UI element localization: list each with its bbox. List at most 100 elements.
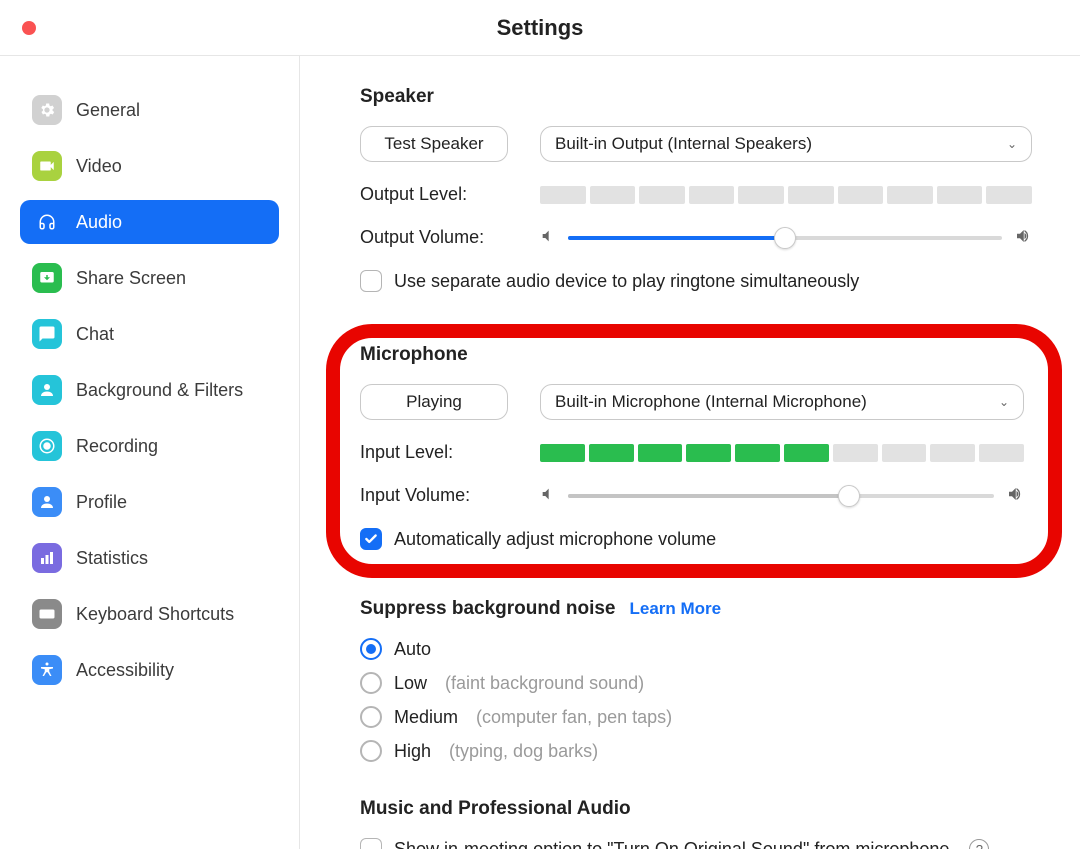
sidebar-item-share[interactable]: Share Screen xyxy=(20,256,279,300)
sidebar-item-label: Share Screen xyxy=(76,268,186,289)
auto-adjust-mic-checkbox[interactable] xyxy=(360,528,382,550)
sidebar-item-video[interactable]: Video xyxy=(20,144,279,188)
sidebar-item-label: Keyboard Shortcuts xyxy=(76,604,234,625)
input-volume-label: Input Volume: xyxy=(360,485,540,506)
radio-medium[interactable] xyxy=(360,706,382,728)
output-level-meter xyxy=(540,186,1032,204)
sidebar-item-recording[interactable]: Recording xyxy=(20,424,279,468)
test-mic-button[interactable]: Playing xyxy=(360,384,508,420)
separate-ringtone-checkbox[interactable] xyxy=(360,270,382,292)
level-segment xyxy=(784,444,829,462)
radio-high[interactable] xyxy=(360,740,382,762)
noise-option-label: Auto xyxy=(394,639,431,660)
level-segment xyxy=(882,444,927,462)
share-icon xyxy=(32,263,62,293)
sidebar-item-label: Recording xyxy=(76,436,158,457)
microphone-device-select[interactable]: Built-in Microphone (Internal Microphone… xyxy=(540,384,1024,420)
music-section: Music and Professional Audio Show in-mee… xyxy=(360,798,1032,849)
level-segment xyxy=(986,186,1032,204)
noise-option-medium[interactable]: Medium(computer fan, pen taps) xyxy=(360,706,1032,728)
a11y-icon xyxy=(32,655,62,685)
level-segment xyxy=(689,186,735,204)
test-speaker-button[interactable]: Test Speaker xyxy=(360,126,508,162)
level-segment xyxy=(937,186,983,204)
noise-option-label: Low xyxy=(394,673,427,694)
window-header: Settings xyxy=(0,0,1080,56)
output-volume-slider[interactable] xyxy=(568,236,1002,240)
sidebar-item-audio[interactable]: Audio xyxy=(20,200,279,244)
help-icon[interactable]: ? xyxy=(969,839,989,849)
recording-icon xyxy=(32,431,62,461)
original-sound-checkbox[interactable] xyxy=(360,838,382,849)
speaker-section: Speaker Test Speaker Built-in Output (In… xyxy=(360,86,1032,292)
bgfilters-icon xyxy=(32,375,62,405)
level-segment xyxy=(638,444,683,462)
sidebar-item-label: Statistics xyxy=(76,548,148,569)
radio-low[interactable] xyxy=(360,672,382,694)
level-segment xyxy=(639,186,685,204)
sidebar-item-label: Chat xyxy=(76,324,114,345)
volume-max-icon xyxy=(1006,485,1024,506)
speaker-device-select[interactable]: Built-in Output (Internal Speakers) ⌄ xyxy=(540,126,1032,162)
noise-section: Suppress background noise Learn More Aut… xyxy=(360,598,1032,762)
input-volume-slider[interactable] xyxy=(568,494,994,498)
chevron-down-icon: ⌄ xyxy=(1007,137,1017,151)
input-level-label: Input Level: xyxy=(360,442,540,463)
output-volume-label: Output Volume: xyxy=(360,227,540,248)
music-title: Music and Professional Audio xyxy=(360,798,1032,820)
noise-option-label: Medium xyxy=(394,707,458,728)
level-segment xyxy=(590,186,636,204)
sidebar-item-label: Background & Filters xyxy=(76,380,243,401)
input-level-meter xyxy=(540,444,1024,462)
noise-option-hint: (typing, dog barks) xyxy=(449,741,598,762)
shortcuts-icon xyxy=(32,599,62,629)
volume-min-icon xyxy=(540,486,556,505)
audio-icon xyxy=(32,207,62,237)
volume-max-icon xyxy=(1014,227,1032,248)
volume-min-icon xyxy=(540,228,556,247)
sidebar-item-profile[interactable]: Profile xyxy=(20,480,279,524)
level-segment xyxy=(833,444,878,462)
separate-ringtone-label: Use separate audio device to play ringto… xyxy=(394,271,859,292)
level-segment xyxy=(540,186,586,204)
sidebar-item-label: Profile xyxy=(76,492,127,513)
settings-sidebar: General Video Audio Share Screen Chat Backgro… xyxy=(0,56,300,849)
sidebar-item-label: General xyxy=(76,100,140,121)
sidebar-item-stats[interactable]: Statistics xyxy=(20,536,279,580)
original-sound-label: Show in-meeting option to "Turn On Origi… xyxy=(394,839,949,849)
noise-option-low[interactable]: Low (faint background sound) xyxy=(360,672,1032,694)
level-segment xyxy=(979,444,1024,462)
sidebar-item-bgfilters[interactable]: Background & Filters xyxy=(20,368,279,412)
output-level-label: Output Level: xyxy=(360,184,540,205)
speaker-device-value: Built-in Output (Internal Speakers) xyxy=(555,134,812,154)
speaker-title: Speaker xyxy=(360,86,1032,108)
window-title: Settings xyxy=(497,15,584,41)
sidebar-item-shortcuts[interactable]: Keyboard Shortcuts xyxy=(20,592,279,636)
level-segment xyxy=(686,444,731,462)
level-segment xyxy=(735,444,780,462)
chevron-down-icon: ⌄ xyxy=(999,395,1009,409)
level-segment xyxy=(738,186,784,204)
microphone-device-value: Built-in Microphone (Internal Microphone… xyxy=(555,392,867,412)
level-segment xyxy=(930,444,975,462)
level-segment xyxy=(788,186,834,204)
sidebar-item-general[interactable]: General xyxy=(20,88,279,132)
close-window-dot[interactable] xyxy=(22,21,36,35)
noise-option-auto[interactable]: Auto xyxy=(360,638,1032,660)
noise-option-hint: (faint background sound) xyxy=(445,673,644,694)
chat-icon xyxy=(32,319,62,349)
noise-option-high[interactable]: High(typing, dog barks) xyxy=(360,740,1032,762)
settings-panel: Speaker Test Speaker Built-in Output (In… xyxy=(300,56,1080,849)
level-segment xyxy=(540,444,585,462)
sidebar-item-label: Audio xyxy=(76,212,122,233)
radio-auto[interactable] xyxy=(360,638,382,660)
noise-title: Suppress background noise xyxy=(360,598,616,620)
stats-icon xyxy=(32,543,62,573)
sidebar-item-chat[interactable]: Chat xyxy=(20,312,279,356)
microphone-highlight: Microphone Playing Built-in Microphone (… xyxy=(340,328,1052,576)
sidebar-item-a11y[interactable]: Accessibility xyxy=(20,648,279,692)
microphone-title: Microphone xyxy=(360,344,1024,366)
level-segment xyxy=(589,444,634,462)
video-icon xyxy=(32,151,62,181)
noise-learn-more-link[interactable]: Learn More xyxy=(630,599,722,619)
